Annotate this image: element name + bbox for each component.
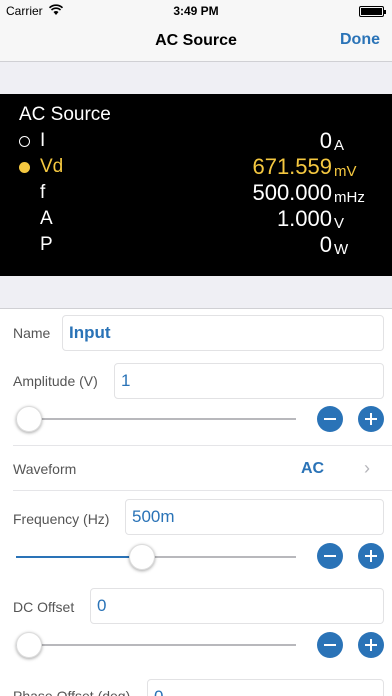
chevron-right-icon: ›	[364, 458, 370, 478]
plus-icon-bar	[370, 550, 372, 562]
amplitude-increment-button[interactable]	[358, 406, 384, 432]
radio-selected-icon[interactable]	[19, 162, 30, 173]
waveform-value: AC	[301, 460, 325, 477]
frequency-increment-button[interactable]	[358, 543, 384, 569]
frequency-decrement-button[interactable]	[317, 543, 343, 569]
meter-unit: mHz	[334, 189, 365, 206]
frequency-label: Frequency (Hz)	[13, 511, 110, 527]
plus-icon-bar	[370, 413, 372, 425]
meter-row-power: P 0 W	[0, 232, 392, 258]
slider-thumb[interactable]	[129, 544, 155, 570]
meter-value: 500.000	[252, 180, 332, 205]
done-button[interactable]: Done	[340, 31, 380, 49]
meter-label: Vd	[40, 156, 64, 177]
amplitude-decrement-button[interactable]	[317, 406, 343, 432]
page-title: AC Source	[155, 32, 237, 49]
dc-offset-increment-button[interactable]	[358, 632, 384, 658]
minus-icon	[324, 555, 336, 557]
phase-offset-label: Phase Offset (deg)	[13, 688, 131, 696]
name-field[interactable]: Input	[62, 315, 384, 351]
amplitude-field[interactable]: 1	[114, 363, 384, 399]
phase-offset-row: Phase Offset (deg) 0	[0, 673, 392, 696]
waveform-label: Waveform	[13, 461, 77, 477]
meter-row-voltage[interactable]: Vd 671.559 mV	[0, 154, 392, 180]
meter-label: I	[40, 130, 46, 151]
meter-row-current[interactable]: I 0 A	[0, 128, 392, 154]
meter-value: 0	[319, 232, 332, 257]
slider-thumb[interactable]	[16, 406, 42, 432]
meter-value: 671.559	[252, 154, 332, 179]
clock: 3:49 PM	[173, 4, 219, 18]
amplitude-slider[interactable]	[16, 405, 296, 433]
battery-icon	[359, 6, 386, 17]
minus-icon	[324, 418, 336, 420]
meter-label: f	[40, 182, 46, 203]
frequency-row: Frequency (Hz) 500m	[0, 495, 392, 535]
minus-icon	[324, 644, 336, 646]
plus-icon-bar	[370, 639, 372, 651]
slider-fill	[16, 556, 142, 558]
dc-offset-row: DC Offset 0	[0, 585, 392, 625]
meter-unit: W	[334, 241, 349, 258]
meter-row-frequency: f 500.000 mHz	[0, 180, 392, 206]
radio-unselected-icon[interactable]	[19, 136, 30, 147]
dc-offset-label: DC Offset	[13, 599, 75, 615]
frequency-field[interactable]: 500m	[125, 499, 384, 535]
settings-form: Name Input Amplitude (V) 1 Waveform AC ›…	[0, 308, 392, 696]
phase-offset-field[interactable]: 0	[147, 679, 384, 696]
slider-track	[16, 418, 296, 420]
amplitude-row: Amplitude (V) 1	[0, 361, 392, 401]
meter-title: AC Source	[19, 104, 111, 125]
meter-row-amplitude: A 1.000 V	[0, 206, 392, 232]
meter-value: 1.000	[276, 206, 332, 231]
waveform-row[interactable]: Waveform AC ›	[0, 446, 392, 490]
status-bar: Carrier 3:49 PM	[0, 0, 392, 22]
dc-offset-slider[interactable]	[16, 631, 296, 659]
amplitude-label: Amplitude (V)	[13, 373, 98, 389]
name-row: Name Input	[0, 309, 392, 357]
meter-label: A	[40, 208, 53, 229]
slider-thumb[interactable]	[16, 632, 42, 658]
divider	[13, 490, 392, 491]
dc-offset-field[interactable]: 0	[90, 588, 384, 624]
dc-offset-decrement-button[interactable]	[317, 632, 343, 658]
meter-label: P	[40, 234, 53, 255]
meter-unit: mV	[334, 163, 357, 180]
meter-display: AC Source I 0 A Vd 671.559 mV f 500.000 …	[0, 94, 392, 276]
meter-unit: V	[334, 215, 345, 232]
meter-value: 0	[319, 128, 332, 153]
frequency-slider[interactable]	[16, 543, 296, 571]
name-label: Name	[13, 325, 51, 341]
meter-unit: A	[334, 137, 345, 154]
slider-track	[16, 644, 296, 646]
navigation-bar: AC Source Done	[0, 22, 392, 62]
